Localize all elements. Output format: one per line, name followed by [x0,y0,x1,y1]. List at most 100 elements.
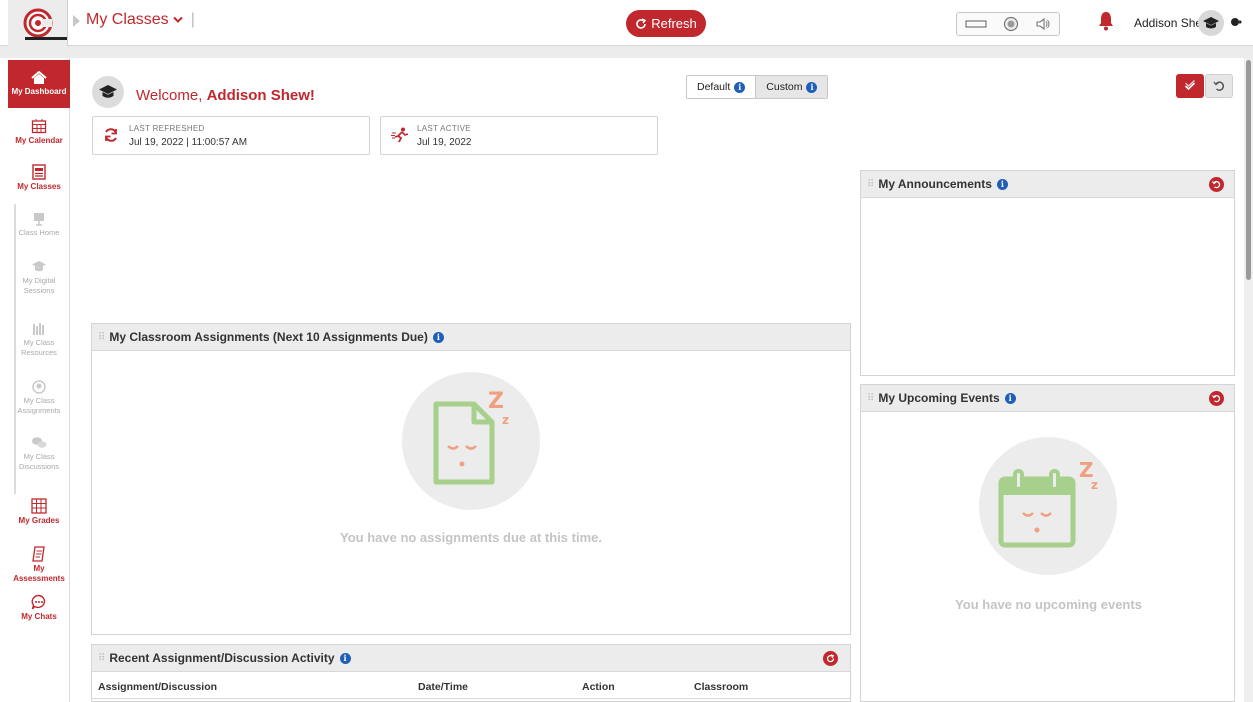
logout-icon[interactable] [1230,16,1242,28]
sidebar-item-my-calendar[interactable]: My Calendar [8,118,70,146]
assessments-icon [32,546,45,562]
column-header-date-time[interactable]: Date/Time [418,681,468,693]
speaker-icon[interactable] [1035,17,1051,31]
logo-underline [25,37,67,40]
classroom-assignments-header[interactable]: ⠿ My Classroom Assignments (Next 10 Assi… [92,324,850,351]
contrast-icon[interactable] [1003,16,1019,32]
sidebar-item-my-grades[interactable]: My Grades [8,498,70,526]
custom-layout-button[interactable]: Custom i [755,76,828,98]
scrollbar-thumb[interactable] [1246,60,1251,280]
upcoming-events-header[interactable]: ⠿ My Upcoming Events i [861,385,1234,412]
my-classes-label: My Classes [86,11,169,28]
column-header-assignment[interactable]: Assignment/Discussion [98,681,217,693]
sidebar-item-my-dashboard[interactable]: My Dashboard [8,60,70,108]
sidebar-item-my-classes[interactable]: My Classes [8,164,70,192]
classes-icon [32,164,46,180]
welcome-heading: Welcome, Addison Shew! [136,87,315,104]
sidebar-item-label: My Assessments [13,564,65,583]
svg-text:Z: Z [488,389,504,414]
resources-icon [33,323,44,335]
refresh-button[interactable]: Refresh [626,10,706,37]
classroom-assignments-title: My Classroom Assignments (Next 10 Assign… [109,330,428,344]
recent-activity-header[interactable]: ⠿ Recent Assignment/Discussion Activity … [92,645,850,672]
reading-bar-icon[interactable] [965,19,987,29]
logo-icon [23,8,52,38]
announcements-refresh-button[interactable] [1209,177,1224,192]
chevron-down-icon [172,16,183,23]
upcoming-events-refresh-button[interactable] [1209,391,1224,406]
drag-handle-icon[interactable]: ⠿ [867,179,874,190]
recent-activity-table-header: Assignment/Discussion Date/Time Action C… [92,673,850,699]
sidebar: My Dashboard My Calendar My Classes Clas… [8,58,70,702]
upcoming-events-panel: ⠿ My Upcoming Events i Z z You have no u… [860,384,1235,702]
recent-activity-panel: ⠿ Recent Assignment/Discussion Activity … [91,644,851,702]
drag-handle-icon[interactable]: ⠿ [867,393,874,404]
grades-icon [31,498,47,514]
default-layout-button[interactable]: Default i [687,76,756,98]
empty-assignments-illustration: Z z [402,372,540,510]
undo-icon [1213,81,1225,91]
drag-handle-icon[interactable]: ⠿ [98,332,105,343]
announcements-panel: ⠿ My Announcements i [860,170,1235,376]
sidebar-item-my-chats[interactable]: My Chats [8,594,70,622]
sleeping-calendar-icon: Z z [998,458,1098,548]
header-divider-band [0,46,1253,58]
last-active-card: LAST ACTIVE Jul 19, 2022 [380,116,658,155]
info-icon[interactable]: i [806,81,818,93]
assignments-icon [32,380,46,394]
sidebar-item-my-class-assignments[interactable]: My Class Assignments [8,380,70,416]
sidebar-item-label: My Class Discussions [18,452,59,471]
welcome-user-name: Addison Shew! [206,87,315,104]
svg-text:z: z [502,413,509,427]
chats-icon [31,594,46,610]
breadcrumb-arrow-icon [73,15,80,27]
sidebar-item-label: My Grades [18,516,60,525]
info-icon[interactable]: i [996,178,1008,190]
reset-layout-button[interactable] [1205,74,1233,98]
custom-layout-label: Custom [766,81,803,93]
sidebar-item-my-assessments[interactable]: My Assessments [8,546,70,584]
sleeping-document-icon: Z z [433,389,509,485]
user-avatar[interactable] [1198,10,1224,36]
recent-activity-title: Recent Assignment/Discussion Activity [109,651,335,665]
info-icon[interactable]: i [1004,392,1016,404]
welcome-avatar [92,76,124,108]
discussions-icon [32,437,47,448]
announcements-header[interactable]: ⠿ My Announcements i [861,171,1234,198]
last-refreshed-value: Jul 19, 2022 | 11:00:57 AM [129,137,248,148]
column-header-classroom[interactable]: Classroom [694,681,748,693]
refresh-icon [636,17,647,29]
app-logo[interactable] [8,0,68,46]
refresh-label: Refresh [651,16,697,31]
last-active-caption: LAST ACTIVE [417,124,471,133]
recent-activity-refresh-button[interactable] [823,651,838,666]
classroom-assignments-panel: ⠿ My Classroom Assignments (Next 10 Assi… [91,323,851,635]
my-classes-dropdown[interactable]: My Classes | [86,11,195,29]
undo-icon [1212,180,1221,189]
sidebar-item-label: My Dashboard [11,87,67,96]
upcoming-events-title: My Upcoming Events [878,391,1000,405]
announcements-title: My Announcements [878,177,992,191]
info-icon[interactable]: i [339,652,351,664]
sidebar-item-my-class-resources[interactable]: My Class Resources [8,322,70,358]
sidebar-item-label: Class Home [18,228,60,237]
sidebar-item-label: My Class Resources [21,338,57,357]
notification-bell-icon[interactable] [1098,11,1114,31]
accessibility-toolbar [956,12,1060,36]
sidebar-item-my-class-discussions[interactable]: My Class Discussions [8,436,70,472]
last-active-value: Jul 19, 2022 [417,137,472,148]
running-person-icon [391,127,409,143]
info-icon[interactable]: i [734,81,746,93]
sidebar-item-label: My Digital Sessions [22,276,56,295]
sidebar-item-class-home[interactable]: Class Home [8,212,70,238]
sidebar-item-label: My Chats [21,612,57,621]
save-layout-button[interactable] [1176,74,1204,98]
column-header-action[interactable]: Action [582,681,615,693]
nav-separator: | [190,11,195,28]
layout-toggle: Default i Custom i [686,75,829,99]
last-refreshed-card: LAST REFRESHED Jul 19, 2022 | 11:00:57 A… [92,116,370,155]
sidebar-item-my-digital-sessions[interactable]: My Digital Sessions [8,260,70,296]
drag-handle-icon[interactable]: ⠿ [98,653,105,664]
assignments-empty-message: You have no assignments due at this time… [340,530,602,545]
info-icon[interactable]: i [432,331,444,343]
